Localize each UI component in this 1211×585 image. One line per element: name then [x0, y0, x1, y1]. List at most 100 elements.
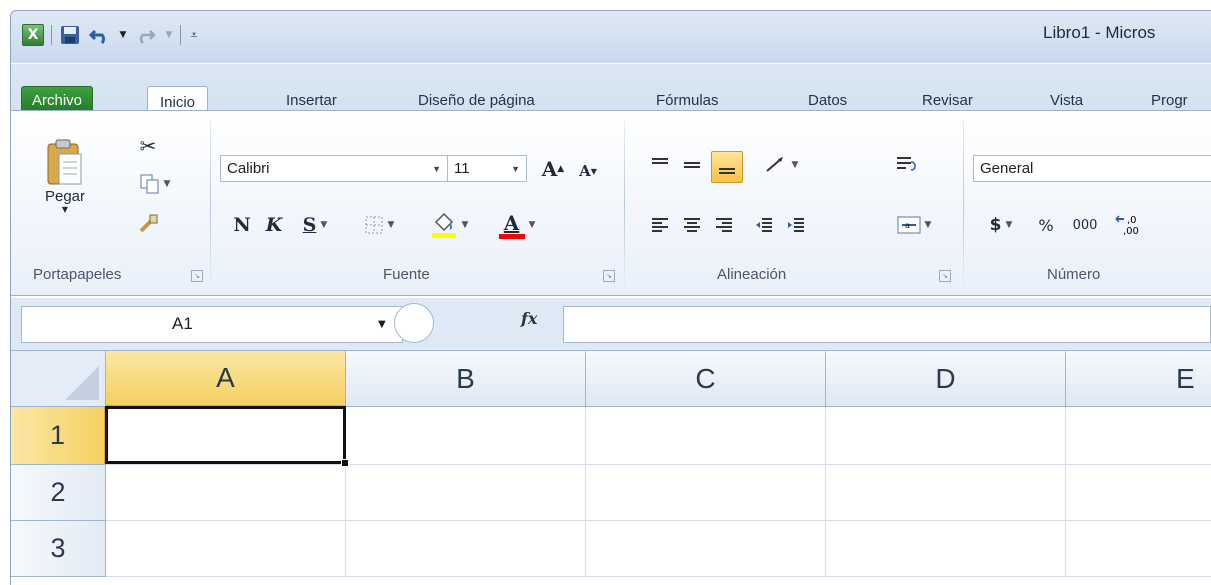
column-header-a[interactable]: A: [106, 351, 346, 407]
paste-icon: [47, 139, 82, 185]
number-format-combo[interactable]: General: [973, 155, 1211, 182]
cut-icon[interactable]: ✂: [135, 133, 161, 159]
font-name-combo[interactable]: Calibri ▼: [220, 155, 448, 182]
thousands-button[interactable]: 000: [1065, 211, 1105, 239]
row-header-1[interactable]: 1: [11, 407, 106, 465]
format-painter-icon[interactable]: [135, 211, 161, 237]
borders-button[interactable]: ▼: [353, 211, 405, 239]
svg-text:,0: ,0: [1127, 215, 1137, 226]
alignment-group-label: Alineación: [717, 266, 787, 283]
align-center-icon[interactable]: [679, 211, 705, 239]
align-top-icon[interactable]: [647, 151, 673, 179]
font-group-label: Fuente: [383, 266, 430, 283]
cell-a3[interactable]: [106, 521, 346, 577]
cell-e2[interactable]: [1066, 465, 1211, 521]
cell-b2[interactable]: [346, 465, 586, 521]
formula-input[interactable]: [563, 306, 1211, 343]
copy-icon[interactable]: ▼: [135, 171, 175, 197]
group-separator: [624, 121, 625, 287]
row-header-3[interactable]: 3: [11, 521, 106, 577]
column-header-c[interactable]: C: [586, 351, 826, 407]
name-box[interactable]: A1 ▼: [21, 306, 403, 343]
align-middle-icon[interactable]: [679, 151, 705, 179]
font-name-dropdown-icon: ▼: [432, 163, 441, 174]
column-header-b[interactable]: B: [346, 351, 586, 407]
percent-button[interactable]: %: [1033, 211, 1059, 239]
undo-icon[interactable]: [88, 23, 112, 47]
grow-font-label: A: [541, 156, 558, 181]
clipboard-launcher-icon[interactable]: ↘: [191, 270, 203, 282]
font-size-value: 11: [454, 160, 470, 177]
cell-d2[interactable]: [826, 465, 1066, 521]
name-box-dropdown-icon[interactable]: ▼: [378, 319, 386, 330]
redo-dropdown-icon[interactable]: ▼: [164, 23, 174, 47]
currency-label: $: [989, 215, 1002, 235]
save-icon[interactable]: [58, 23, 82, 47]
quick-access-toolbar: X ▼ ▼ ⩡: [21, 21, 201, 49]
cell-b3[interactable]: [346, 521, 586, 577]
wrap-text-icon[interactable]: [891, 151, 921, 179]
redo-icon[interactable]: [134, 23, 158, 47]
insert-function-icon[interactable]: fx: [521, 309, 537, 328]
alignment-launcher-icon[interactable]: ↘: [939, 270, 951, 282]
cell-c3[interactable]: [586, 521, 826, 577]
shrink-font-button[interactable]: A ▼: [573, 159, 603, 183]
clipboard-group-label: Portapapeles: [33, 266, 122, 283]
excel-window: X ▼ ▼ ⩡ Libro1 - Micros Archivo Inicio I…: [10, 10, 1211, 585]
cell-d3[interactable]: [826, 521, 1066, 577]
fill-handle[interactable]: [341, 459, 349, 467]
decrease-indent-icon[interactable]: [751, 211, 777, 239]
customize-qat-icon[interactable]: ⩡: [187, 23, 201, 47]
increase-indent-icon[interactable]: [783, 211, 809, 239]
font-launcher-icon[interactable]: ↘: [603, 270, 615, 282]
select-all-icon: [65, 366, 99, 400]
cell-b1[interactable]: [346, 407, 586, 465]
cell-a2[interactable]: [106, 465, 346, 521]
column-header-e[interactable]: E: [1066, 351, 1211, 407]
name-box-value: A1: [172, 314, 193, 333]
align-right-icon[interactable]: [711, 211, 737, 239]
ribbon-tabs: Archivo Inicio Insertar Diseño de página…: [11, 64, 1211, 118]
shrink-font-label: A: [579, 162, 591, 180]
orientation-icon[interactable]: ▼: [759, 151, 803, 179]
increase-decimal-icon: ,0,00: [1115, 215, 1139, 237]
font-color-button[interactable]: A ▼: [489, 209, 545, 241]
qat-separator: [180, 25, 181, 45]
font-size-combo[interactable]: 11 ▼: [447, 155, 527, 182]
paste-dropdown-icon: ▼: [61, 205, 69, 214]
bold-button[interactable]: N: [229, 211, 255, 239]
font-color-swatch: [498, 233, 525, 239]
align-left-icon[interactable]: [647, 211, 673, 239]
group-separator: [963, 121, 964, 287]
cell-c1[interactable]: [586, 407, 826, 465]
grow-font-button[interactable]: A ▲: [537, 155, 569, 182]
cell-e1[interactable]: [1066, 407, 1211, 465]
borders-icon: [365, 216, 383, 234]
active-cell-outline: [105, 406, 346, 464]
undo-dropdown-icon[interactable]: ▼: [118, 23, 128, 47]
currency-button[interactable]: $ ▼: [977, 211, 1025, 239]
row-header-2[interactable]: 2: [11, 465, 106, 521]
merge-center-icon[interactable]: a ▼: [889, 211, 939, 239]
fill-color-button[interactable]: ▼: [421, 209, 477, 241]
number-format-value: General: [980, 160, 1034, 177]
excel-logo-icon[interactable]: X: [21, 23, 45, 47]
formula-expand-button[interactable]: [394, 303, 434, 343]
italic-button[interactable]: K: [261, 211, 287, 239]
cell-c2[interactable]: [586, 465, 826, 521]
select-all-corner[interactable]: [11, 351, 106, 407]
font-name-value: Calibri: [227, 160, 270, 177]
group-separator: [210, 121, 211, 287]
font-color-label: A: [503, 210, 520, 235]
svg-text:a: a: [905, 221, 910, 230]
align-bottom-icon[interactable]: [711, 151, 743, 183]
paste-button[interactable]: Pegar ▼: [39, 131, 91, 221]
cell-d1[interactable]: [826, 407, 1066, 465]
cell-e3[interactable]: [1066, 521, 1211, 577]
increase-decimal-button[interactable]: ,0,00: [1111, 211, 1157, 239]
column-header-d[interactable]: D: [826, 351, 1066, 407]
title-bar: X ▼ ▼ ⩡ Libro1 - Micros: [11, 11, 1211, 63]
underline-button[interactable]: S ▼: [293, 211, 337, 239]
underline-label: S: [302, 214, 317, 236]
fill-bucket-icon: [431, 212, 456, 238]
